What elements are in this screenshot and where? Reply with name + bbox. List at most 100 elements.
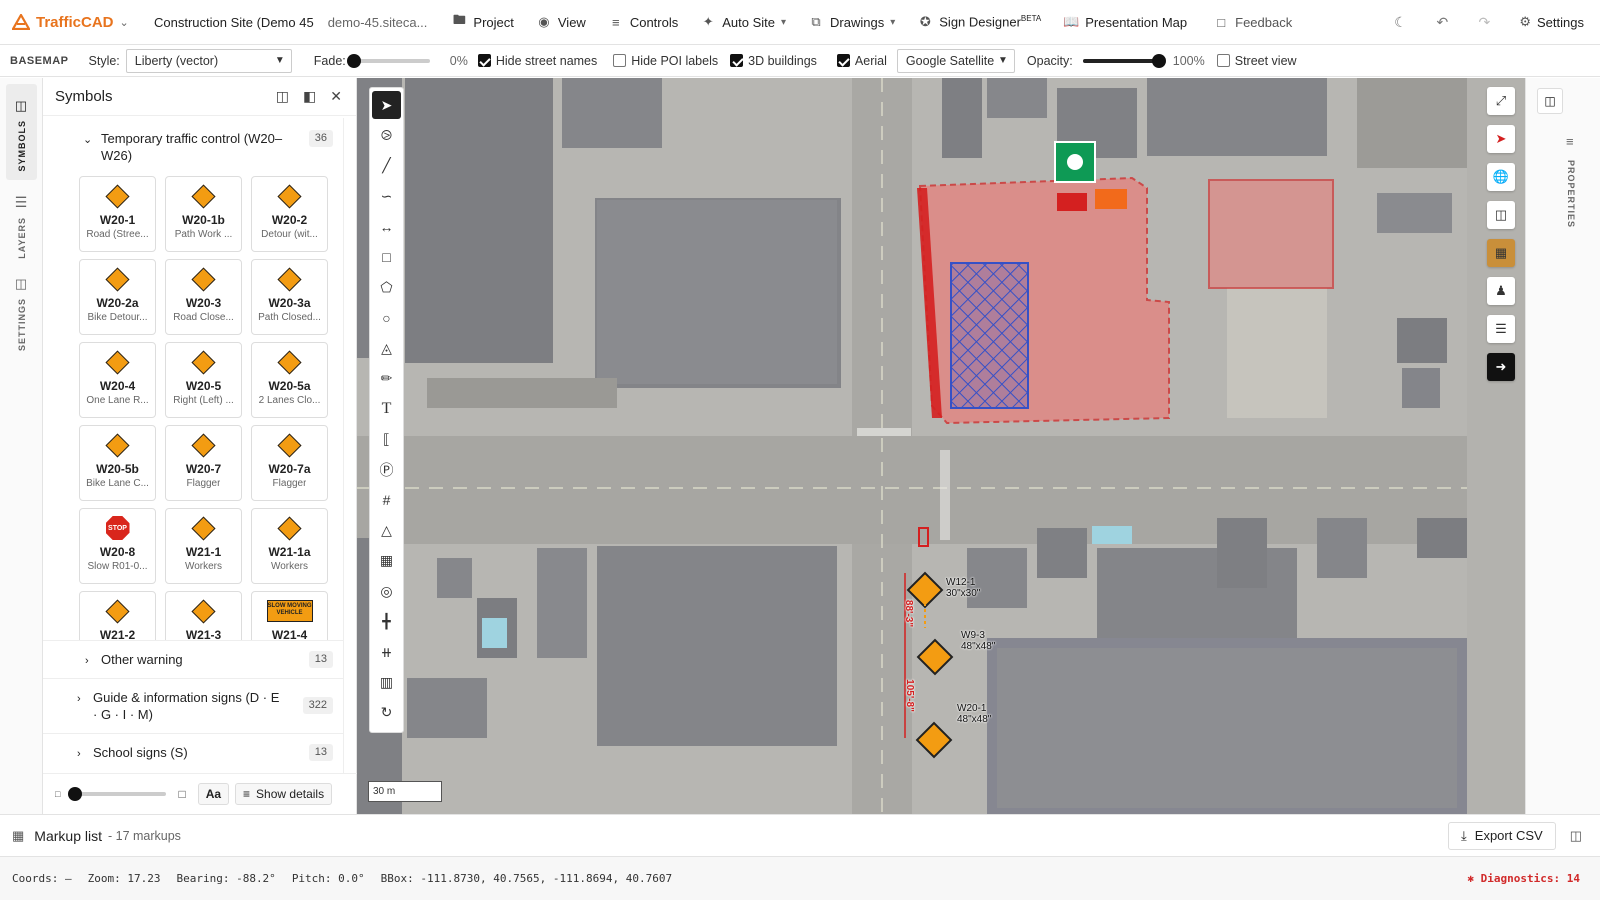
- opacity-slider-handle[interactable]: [1151, 53, 1166, 68]
- panel-scrollbar[interactable]: [343, 118, 357, 773]
- menu-drawings[interactable]: ⧉ Drawings ▾: [808, 14, 895, 30]
- panel-layout-icon[interactable]: ◫: [1570, 828, 1582, 844]
- close-icon[interactable]: ✕: [330, 88, 342, 105]
- sign-card[interactable]: W20-7a Flagger: [251, 425, 328, 501]
- callout-tool-icon[interactable]: ⟦: [372, 425, 401, 453]
- menu-presentation-map[interactable]: 📖 Presentation Map: [1063, 14, 1187, 30]
- sign-card[interactable]: W20-4 One Lane R...: [79, 342, 156, 418]
- sign-card[interactable]: W20-3a Path Closed...: [251, 259, 328, 335]
- sign-card[interactable]: W20-2 Detour (wit...: [251, 176, 328, 252]
- font-toggle-button[interactable]: Aa: [197, 783, 230, 805]
- collapse-panel-icon[interactable]: ◧: [303, 88, 316, 105]
- select-tool-icon[interactable]: ➤: [372, 91, 401, 119]
- aerial-map[interactable]: [357, 78, 1525, 814]
- sliders-icon[interactable]: ≡: [1566, 134, 1574, 149]
- panel-toggle-icon[interactable]: ◫: [1537, 88, 1563, 114]
- show-details-button[interactable]: ≡ Show details: [235, 783, 333, 805]
- settings-button[interactable]: ⚙ Settings: [1519, 14, 1584, 30]
- site-name[interactable]: Construction Site (Demo 45: [154, 15, 314, 30]
- measure-tool-icon[interactable]: ↔: [372, 213, 401, 241]
- pegman-icon[interactable]: ♟: [1487, 277, 1515, 305]
- sign-card[interactable]: W20-7 Flagger: [165, 425, 242, 501]
- aerial-checkbox[interactable]: Aerial: [836, 54, 887, 68]
- text-tool-icon[interactable]: T: [372, 395, 401, 423]
- sign-code: W20-1: [99, 213, 136, 227]
- area-select-tool-icon[interactable]: ▥: [372, 668, 401, 696]
- style-select[interactable]: Liberty (vector) ▼: [125, 48, 292, 73]
- rail-tab-symbols[interactable]: ◫ SYMBOLS: [6, 84, 37, 180]
- ruler-tool-icon[interactable]: ⧺: [372, 638, 401, 666]
- group-school-signs[interactable]: › School signs (S) 13: [43, 733, 343, 771]
- diagnostics-button[interactable]: ✱ Diagnostics: 14: [1467, 872, 1580, 885]
- markup-list-title[interactable]: Markup list: [34, 828, 102, 844]
- dimension-tool-icon[interactable]: ╋: [372, 608, 401, 636]
- barricade-tool-icon[interactable]: ▦: [372, 547, 401, 575]
- dashed-circle-tool-icon[interactable]: ◬: [372, 334, 401, 362]
- globe-icon[interactable]: 🌐: [1487, 163, 1515, 191]
- rail-tab-layers[interactable]: ☰ LAYERS: [0, 194, 43, 259]
- circle-tool-icon[interactable]: ○: [372, 304, 401, 332]
- menu-view[interactable]: ◉ View: [536, 14, 586, 30]
- checkbox-unchecked[interactable]: [613, 54, 627, 67]
- rectangle-tool-icon[interactable]: □: [372, 243, 401, 271]
- checkbox-unchecked[interactable]: [1216, 54, 1230, 67]
- sign-card[interactable]: W20-1 Road (Stree...: [79, 176, 156, 252]
- checkbox-checked[interactable]: [477, 54, 491, 67]
- symbol-size-slider-handle[interactable]: [68, 787, 83, 801]
- symbol-size-slider[interactable]: [68, 787, 167, 801]
- sign-card[interactable]: W20-3 Road Close...: [165, 259, 242, 335]
- cone-tool-icon[interactable]: △: [372, 516, 401, 544]
- menu-feedback[interactable]: □ Feedback: [1213, 15, 1292, 30]
- aerial-source-select[interactable]: Google Satellite ▼: [896, 48, 1015, 73]
- parking-tool-icon[interactable]: Ⓟ: [372, 456, 401, 484]
- group-temporary-traffic-control[interactable]: ⌄ Temporary traffic control (W20–W26) 36: [43, 118, 343, 172]
- group-other-warning[interactable]: › Other warning 13: [43, 640, 343, 678]
- sign-card[interactable]: W20-2a Bike Detour...: [79, 259, 156, 335]
- sign-card[interactable]: W21-1a Workers: [251, 508, 328, 584]
- redo-icon[interactable]: ↷: [1463, 14, 1505, 31]
- target-tool-icon[interactable]: ◎: [372, 577, 401, 605]
- menu-controls[interactable]: ≡ Controls: [608, 15, 678, 30]
- sign-card[interactable]: W20-5b Bike Lane C...: [79, 425, 156, 501]
- lasso-tool-icon[interactable]: ⧁: [372, 121, 401, 149]
- pencil-tool-icon[interactable]: ✏: [372, 365, 401, 393]
- sign-card[interactable]: W20-1b Path Work ...: [165, 176, 242, 252]
- sign-card[interactable]: STOP W20-8 Slow R01-0...: [79, 508, 156, 584]
- opacity-slider[interactable]: [1082, 53, 1166, 68]
- sign-card[interactable]: W20-5a 2 Lanes Clo...: [251, 342, 328, 418]
- map-sign-label: W9-3 48"x48": [961, 630, 996, 652]
- menu-project[interactable]: 🖿 Project: [451, 11, 514, 33]
- map-canvas[interactable]: 88'-3" 105'-8" W12-1 30"x30" W9-3 48"x48" …: [357, 78, 1525, 814]
- export-csv-button[interactable]: ⤓ Export CSV: [1448, 821, 1556, 850]
- polygon-tool-icon[interactable]: ⬠: [372, 273, 401, 301]
- location-icon[interactable]: ➜: [1487, 353, 1515, 381]
- sign-card[interactable]: W21-1 Workers: [165, 508, 242, 584]
- fade-slider[interactable]: [346, 53, 430, 68]
- group-guide-information[interactable]: › Guide & information signs (D · E · G · …: [43, 678, 343, 733]
- 3d-buildings-checkbox[interactable]: 3D buildings: [730, 54, 817, 68]
- satellite-toggle-icon[interactable]: ▦: [1487, 239, 1515, 267]
- app-brand-menu[interactable]: TrafficCAD ⌄: [0, 14, 140, 31]
- rail-tab-settings[interactable]: ◫ SETTINGS: [0, 276, 43, 351]
- properties-tab[interactable]: PROPERTIES: [1566, 160, 1576, 228]
- street-view-checkbox[interactable]: Street view: [1216, 54, 1297, 68]
- compass-icon[interactable]: ➤: [1487, 125, 1515, 153]
- undo-icon[interactable]: ↶: [1421, 14, 1463, 31]
- dark-mode-icon[interactable]: ☾: [1379, 14, 1421, 31]
- line-tool-icon[interactable]: ╱: [372, 152, 401, 180]
- rotate-tool-icon[interactable]: ↻: [372, 699, 401, 727]
- menu-sign-designer[interactable]: ✪ Sign DesignerBETA: [917, 14, 1041, 30]
- hide-poi-labels-checkbox[interactable]: Hide POI labels: [613, 54, 718, 68]
- hide-street-names-checkbox[interactable]: Hide street names: [477, 54, 597, 68]
- fullscreen-icon[interactable]: ⤢: [1487, 87, 1515, 115]
- curve-tool-icon[interactable]: ∽: [372, 182, 401, 210]
- layers-icon[interactable]: ☰: [1487, 315, 1515, 343]
- menu-auto-site[interactable]: ✦ Auto Site ▾: [700, 14, 786, 30]
- sign-card[interactable]: W20-5 Right (Left) ...: [165, 342, 242, 418]
- checkbox-checked[interactable]: [836, 54, 850, 67]
- checkbox-checked[interactable]: [730, 54, 744, 67]
- dock-panel-icon[interactable]: ◫: [276, 88, 289, 105]
- fade-slider-handle[interactable]: [346, 53, 361, 68]
- grid-tool-icon[interactable]: #: [372, 486, 401, 514]
- split-view-icon[interactable]: ◫: [1487, 201, 1515, 229]
